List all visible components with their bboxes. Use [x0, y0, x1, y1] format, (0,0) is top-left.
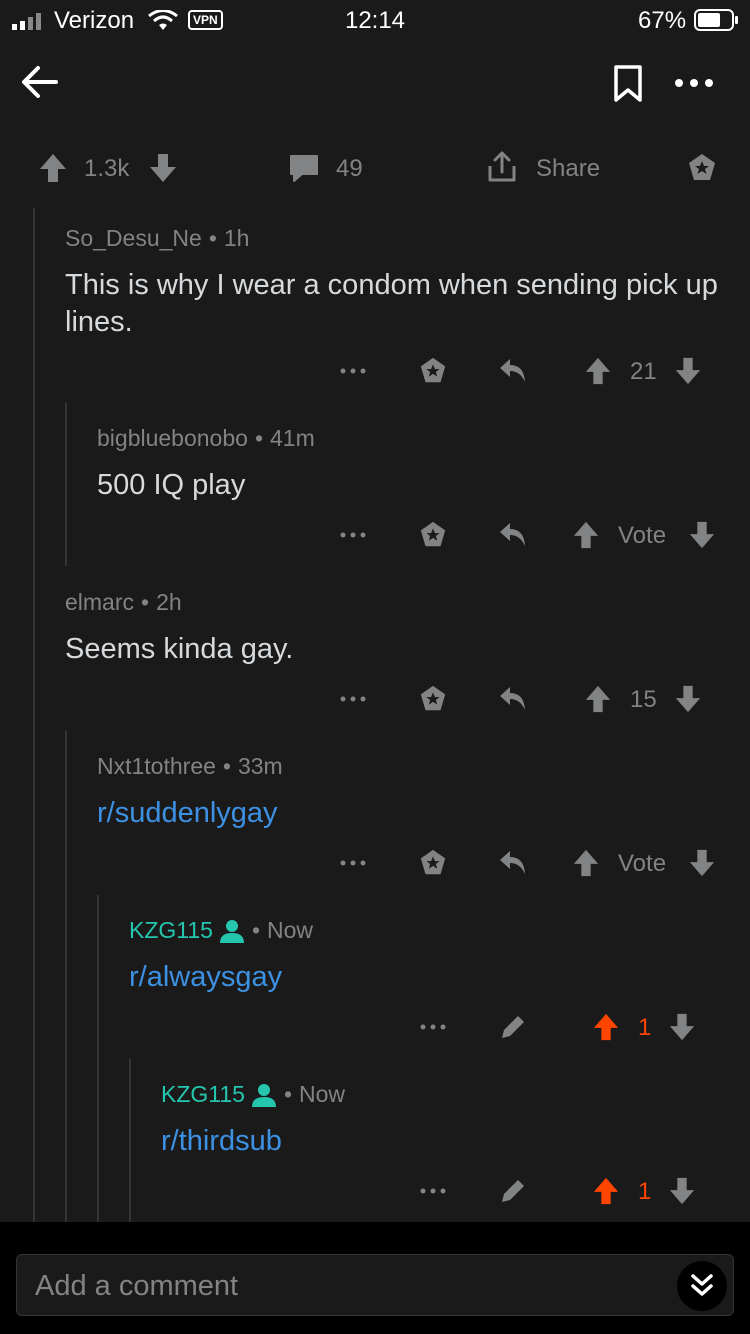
comment-actions: 1	[420, 1172, 720, 1212]
more-options-icon[interactable]	[340, 530, 366, 540]
subreddit-link[interactable]: r/thirdsub	[161, 1123, 750, 1160]
comment-author[interactable]: Nxt1tothree	[97, 753, 216, 780]
back-arrow-icon[interactable]	[20, 62, 60, 102]
battery-icon	[694, 9, 738, 31]
meta-separator: •	[251, 917, 261, 943]
comment-score: 15	[630, 686, 657, 713]
award-icon[interactable]	[418, 356, 448, 386]
comment-author[interactable]: KZG115	[129, 917, 213, 944]
downvote-icon[interactable]	[668, 1176, 696, 1206]
reply-icon[interactable]	[498, 357, 528, 385]
comment-composer-bar	[0, 1222, 750, 1334]
comment-body: Seems kinda gay.	[65, 633, 294, 665]
award-icon[interactable]	[418, 848, 448, 878]
post-score: 1.3k	[84, 155, 130, 182]
comment-author[interactable]: KZG115	[161, 1081, 245, 1108]
comment-author[interactable]: elmarc	[65, 589, 134, 616]
comment-age: 41m	[270, 425, 315, 451]
thread-line-depth-2[interactable]	[65, 403, 67, 566]
more-options-icon[interactable]	[340, 858, 366, 868]
user-icon	[219, 919, 244, 943]
edit-pencil-icon[interactable]	[498, 1176, 528, 1206]
comment-age: Now	[299, 1081, 346, 1107]
comment-body: This is why I wear a condom when sending…	[65, 269, 718, 338]
comment-input[interactable]	[33, 1267, 657, 1305]
upvote-icon[interactable]	[584, 684, 612, 714]
downvote-icon[interactable]	[674, 356, 702, 386]
thread-line-depth-1[interactable]	[33, 208, 35, 1222]
top-nav-bar	[0, 40, 750, 130]
thread-line-depth-2[interactable]	[65, 731, 67, 1222]
more-options-icon[interactable]	[674, 77, 714, 89]
downvote-icon[interactable]	[148, 152, 178, 184]
comment-actions: 15	[340, 680, 720, 720]
meta-separator: •	[254, 425, 263, 451]
comment-score: 21	[630, 358, 657, 385]
share-icon[interactable]	[486, 150, 518, 184]
more-options-icon[interactable]	[420, 1022, 446, 1032]
meta-separator: •	[208, 225, 217, 251]
meta-separator: •	[283, 1081, 293, 1107]
award-icon[interactable]	[686, 152, 718, 184]
upvote-icon[interactable]	[592, 1012, 620, 1042]
reply-icon[interactable]	[498, 521, 528, 549]
bookmark-icon[interactable]	[612, 64, 644, 104]
comment-actions: 21	[340, 352, 720, 392]
comment-actions: 1	[420, 1008, 720, 1048]
more-options-icon[interactable]	[420, 1186, 446, 1196]
meta-separator: •	[222, 753, 231, 779]
status-bar: Verizon VPN 12:14 67%	[0, 0, 750, 40]
subreddit-link[interactable]: r/alwaysgay	[129, 959, 750, 996]
comment-age: Now	[267, 917, 314, 943]
upvote-icon[interactable]	[572, 520, 600, 550]
comment-age: 1h	[223, 225, 250, 251]
comment-body: 500 IQ play	[97, 469, 246, 501]
thread-line-depth-3[interactable]	[97, 895, 99, 1222]
comment-score: 1	[638, 1178, 652, 1205]
upvote-icon[interactable]	[38, 152, 68, 184]
upvote-icon[interactable]	[592, 1176, 620, 1206]
subreddit-link[interactable]: r/suddenlygay	[97, 795, 750, 832]
share-label[interactable]: Share	[536, 155, 600, 183]
user-icon	[251, 1083, 276, 1107]
comment-age: 2h	[156, 589, 182, 615]
collapse-threads-button[interactable]	[677, 1261, 727, 1311]
reply-icon[interactable]	[498, 685, 528, 713]
comment-score: 1	[638, 1014, 652, 1041]
comment-author[interactable]: bigbluebonobo	[97, 425, 248, 452]
double-chevron-down-icon	[691, 1274, 713, 1296]
meta-separator: •	[141, 589, 150, 615]
comment-author[interactable]: So_Desu_Ne	[65, 225, 202, 252]
comment-score: Vote	[618, 850, 667, 877]
more-options-icon[interactable]	[340, 694, 366, 704]
downvote-icon[interactable]	[688, 848, 716, 878]
downvote-icon[interactable]	[688, 520, 716, 550]
battery-percent: 67%	[638, 7, 687, 34]
post-action-bar: 1.3k 49 Share	[0, 140, 750, 196]
more-options-icon[interactable]	[340, 366, 366, 376]
comment-input-box[interactable]	[16, 1254, 734, 1316]
comment-count: 49	[336, 155, 363, 182]
comment-actions: Vote	[340, 844, 730, 884]
reply-icon[interactable]	[498, 849, 528, 877]
award-icon[interactable]	[418, 520, 448, 550]
downvote-icon[interactable]	[668, 1012, 696, 1042]
comment-actions: Vote	[340, 516, 730, 556]
upvote-icon[interactable]	[584, 356, 612, 386]
downvote-icon[interactable]	[674, 684, 702, 714]
award-icon[interactable]	[418, 684, 448, 714]
thread-line-depth-4[interactable]	[129, 1059, 131, 1222]
comment-bubble-icon[interactable]	[288, 152, 320, 184]
comment-score: Vote	[618, 522, 667, 549]
upvote-icon[interactable]	[572, 848, 600, 878]
comment-age: 33m	[237, 753, 283, 779]
edit-pencil-icon[interactable]	[498, 1012, 528, 1042]
